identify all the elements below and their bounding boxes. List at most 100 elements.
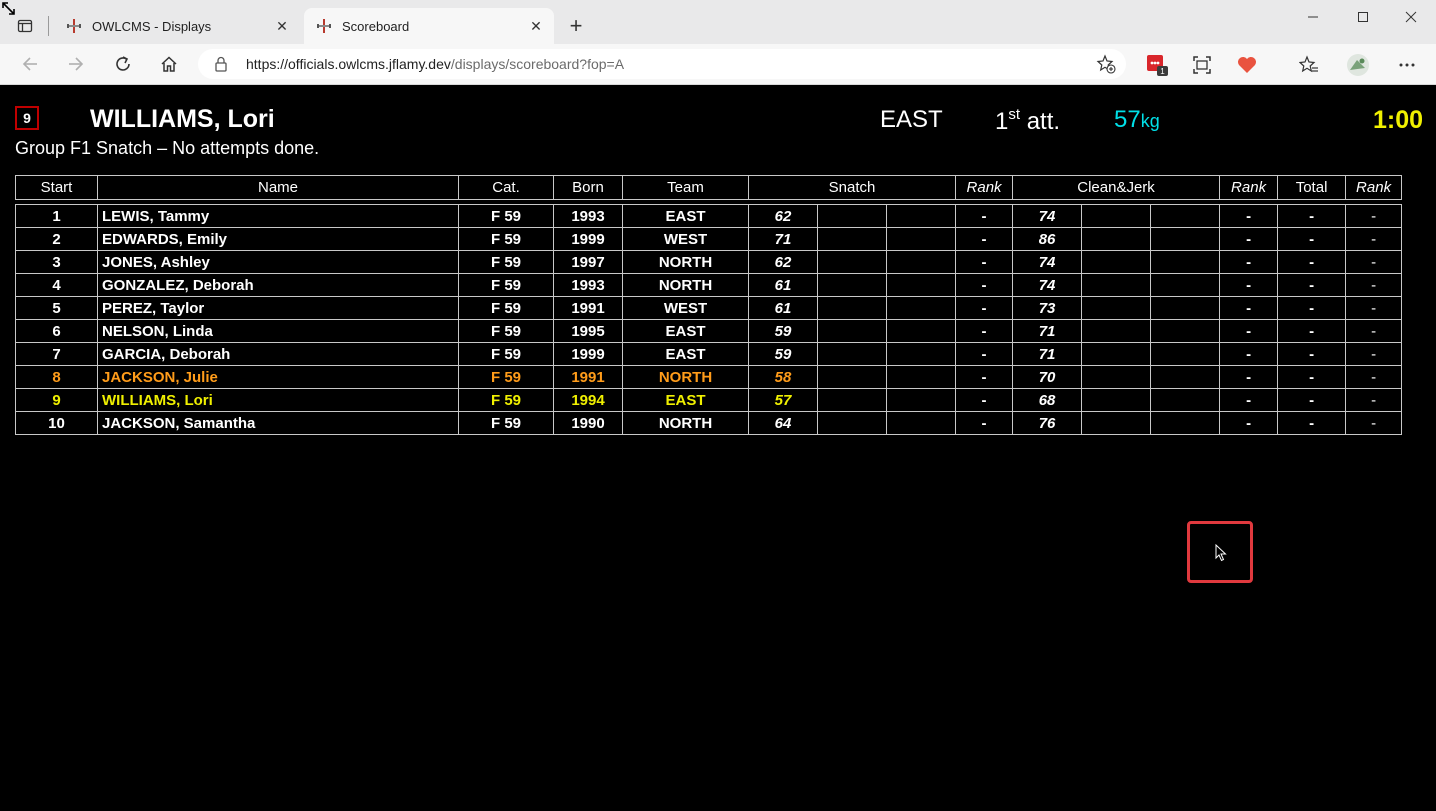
table-row: 5 PEREZ, Taylor F 59 1991 WEST 61-73- - -: [15, 296, 1403, 320]
start-cell: 4: [15, 273, 98, 297]
settings-more-icon[interactable]: [1394, 52, 1420, 78]
snatch-1-cell: 62: [748, 204, 818, 228]
cj-rank-cell: -: [1219, 273, 1279, 297]
name-cell: PEREZ, Taylor: [97, 296, 459, 320]
cj-1-cell: 68: [1012, 388, 1083, 412]
screenshot-icon[interactable]: [1189, 52, 1215, 78]
resize-cursor-icon: [2, 2, 16, 21]
weight-value: 57: [1114, 106, 1141, 133]
name-cell: LEWIS, Tammy: [97, 204, 459, 228]
col-header-snatch-rank: Rank: [955, 175, 1014, 200]
cj-rank-cell: -: [1219, 365, 1279, 389]
tab-scoreboard[interactable]: Scoreboard ✕: [304, 8, 554, 44]
born-cell: 1994: [553, 388, 623, 412]
snatch-2-cell: [817, 411, 887, 435]
cj-1-cell: 71: [1012, 342, 1083, 366]
total-cell: -: [1277, 411, 1347, 435]
total-cell: -: [1277, 204, 1347, 228]
snatch-1-cell: 64: [748, 411, 818, 435]
snatch-2-cell: [817, 365, 887, 389]
cj-2-cell: [1081, 342, 1152, 366]
start-cell: 8: [15, 365, 98, 389]
snatch-2-cell: [817, 250, 887, 274]
minimize-window-icon[interactable]: [1290, 4, 1336, 30]
name-cell: JACKSON, Samantha: [97, 411, 459, 435]
col-header-total-rank: Rank: [1345, 175, 1403, 200]
name-cell: JONES, Ashley: [97, 250, 459, 274]
snatch-3-cell: [885, 411, 957, 435]
refresh-icon[interactable]: [108, 50, 138, 78]
address-bar[interactable]: https://officials.owlcms.jflamy.dev/disp…: [198, 49, 1126, 79]
snatch-3-cell: [885, 342, 957, 366]
name-cell: GONZALEZ, Deborah: [97, 273, 459, 297]
close-tab-icon[interactable]: ✕: [268, 12, 296, 40]
close-window-icon[interactable]: [1388, 4, 1434, 30]
attempt-number: 1: [995, 108, 1009, 135]
col-header-clean-jerk: Clean&Jerk: [1012, 175, 1221, 200]
name-cell: WILLIAMS, Lori: [97, 388, 459, 412]
cj-rank-cell: -: [1219, 388, 1279, 412]
cj-3-cell: [1150, 319, 1221, 343]
cj-2-cell: [1081, 204, 1152, 228]
table-header-row: Start Name Cat. Born Team Snatch Rank Cl…: [15, 175, 1403, 200]
add-favorite-icon[interactable]: [1096, 54, 1116, 79]
heart-extension-icon[interactable]: [1234, 52, 1260, 78]
category-cell: F 59: [458, 319, 554, 343]
attempt-clock: 1:00: [1373, 106, 1424, 134]
cj-3-cell: [1150, 296, 1221, 320]
cj-rank-cell: -: [1219, 227, 1279, 251]
snatch-1-cell: 58: [748, 365, 818, 389]
snatch-2-cell: [817, 204, 887, 228]
snatch-rank-cell: -: [955, 365, 1014, 389]
snatch-1-cell: 61: [748, 296, 818, 320]
total-rank-cell: -: [1345, 204, 1403, 228]
tab-title: Scoreboard: [342, 18, 410, 34]
category-cell: F 59: [458, 342, 554, 366]
favorites-icon[interactable]: [1296, 52, 1322, 78]
name-cell: GARCIA, Deborah: [97, 342, 459, 366]
cj-3-cell: [1150, 227, 1221, 251]
team-cell: NORTH: [622, 273, 749, 297]
snatch-1-cell: 61: [748, 273, 818, 297]
team-cell: WEST: [622, 296, 749, 320]
forward-icon[interactable]: [61, 50, 91, 78]
url-text: https://officials.owlcms.jflamy.dev/disp…: [246, 56, 624, 72]
snatch-3-cell: [885, 273, 957, 297]
cj-3-cell: [1150, 204, 1221, 228]
owlcms-favicon-icon: [66, 18, 82, 34]
col-header-cat: Cat.: [458, 175, 554, 200]
back-icon[interactable]: [15, 50, 45, 78]
col-header-snatch: Snatch: [747, 175, 957, 200]
born-cell: 1991: [553, 296, 623, 320]
home-icon[interactable]: [154, 50, 184, 78]
cj-rank-cell: -: [1219, 204, 1279, 228]
lock-icon[interactable]: [214, 56, 228, 77]
cj-1-cell: 74: [1012, 204, 1083, 228]
col-header-born: Born: [553, 175, 623, 200]
cj-3-cell: [1150, 250, 1221, 274]
maximize-window-icon[interactable]: [1340, 4, 1386, 30]
tab-title: OWLCMS - Displays: [92, 18, 212, 34]
snatch-rank-cell: -: [955, 250, 1014, 274]
start-cell: 7: [15, 342, 98, 366]
table-row: 7 GARCIA, Deborah F 59 1999 EAST 59-71- - -: [15, 342, 1403, 366]
cj-1-cell: 70: [1012, 365, 1083, 389]
born-cell: 1991: [553, 365, 623, 389]
cj-3-cell: [1150, 388, 1221, 412]
new-tab-button[interactable]: +: [562, 12, 590, 40]
category-cell: F 59: [458, 411, 554, 435]
cj-2-cell: [1081, 319, 1152, 343]
current-athlete-name: WILLIAMS, Lori: [90, 105, 275, 133]
start-cell: 10: [15, 411, 98, 435]
extension-icon[interactable]: 1: [1144, 52, 1170, 78]
col-header-name: Name: [97, 175, 459, 200]
tab-owlcms-displays[interactable]: OWLCMS - Displays ✕: [54, 8, 300, 44]
close-tab-icon[interactable]: ✕: [522, 12, 550, 40]
name-cell: NELSON, Linda: [97, 319, 459, 343]
profile-avatar[interactable]: [1345, 52, 1371, 78]
snatch-rank-cell: -: [955, 296, 1014, 320]
table-row: 8 JACKSON, Julie F 59 1991 NORTH 58-70- - -: [15, 365, 1403, 389]
cj-2-cell: [1081, 296, 1152, 320]
browser-tab-bar: OWLCMS - Displays ✕ Scoreboard ✕ +: [0, 0, 1436, 44]
snatch-1-cell: 71: [748, 227, 818, 251]
